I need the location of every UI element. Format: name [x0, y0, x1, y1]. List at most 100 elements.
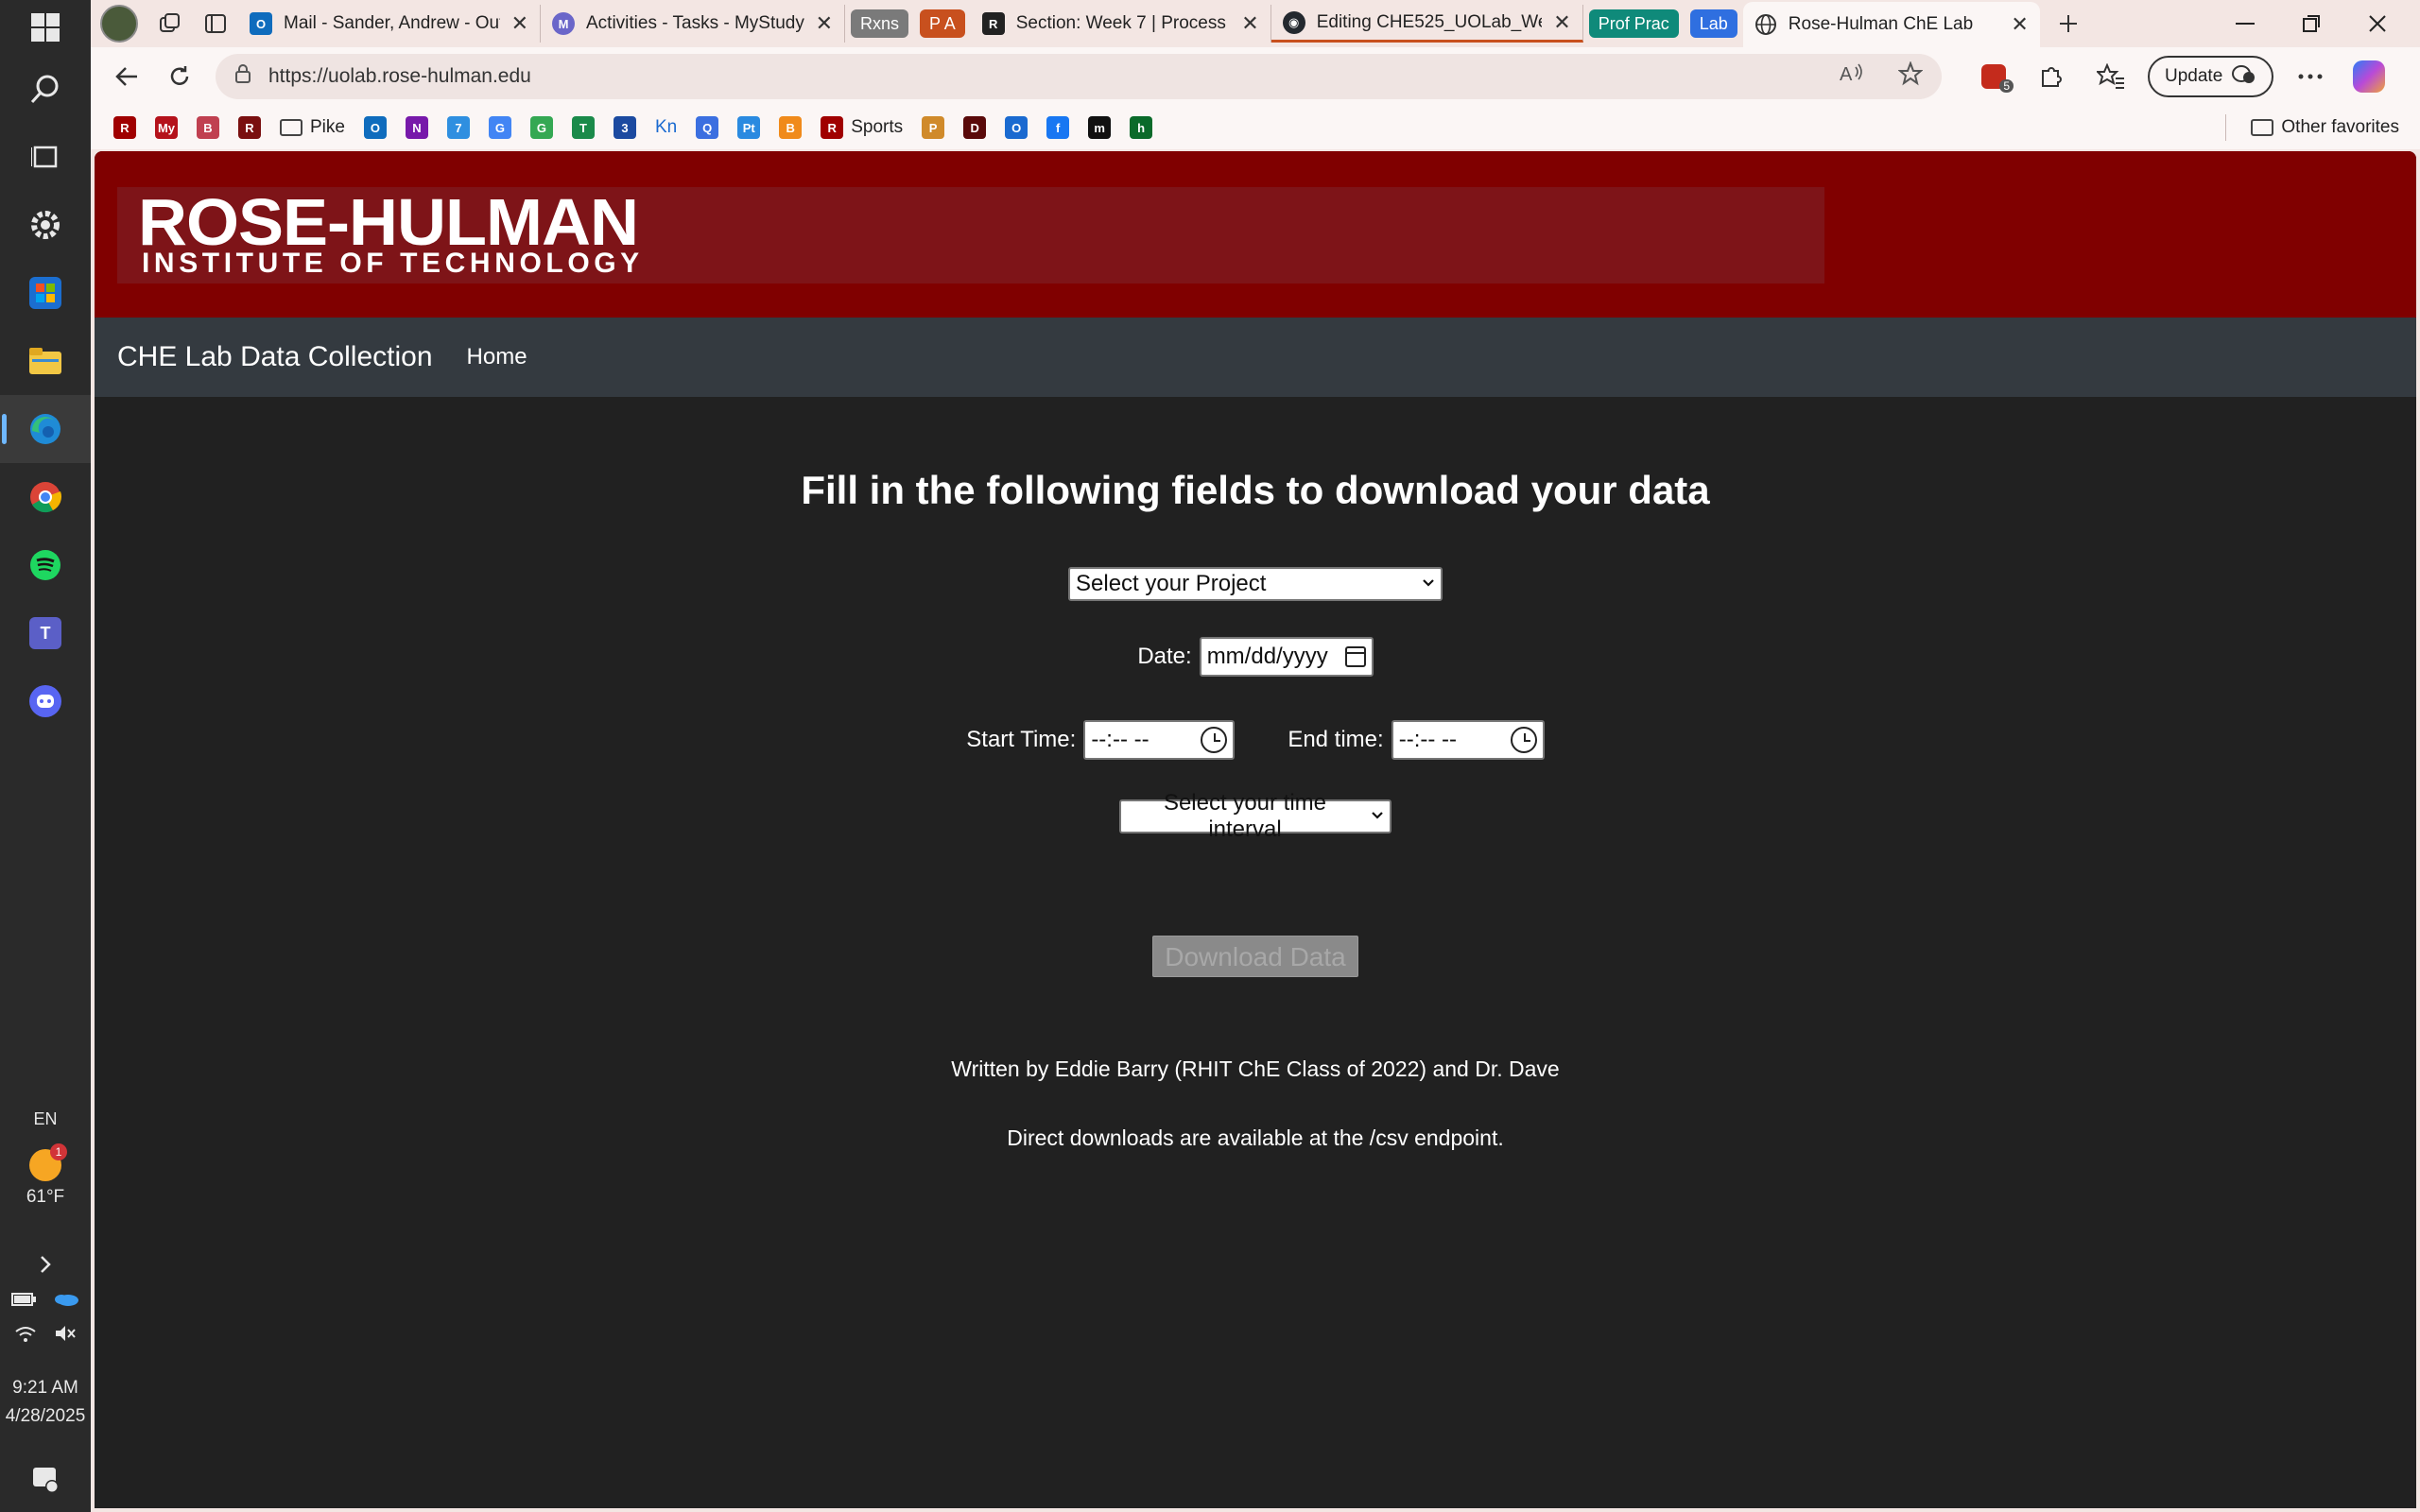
- banner-icon: B: [197, 116, 219, 139]
- close-tab-icon[interactable]: ✕: [816, 11, 833, 36]
- settings-gear-icon[interactable]: [0, 191, 91, 259]
- nav-home-link[interactable]: Home: [467, 344, 527, 370]
- spotify-icon[interactable]: [0, 531, 91, 599]
- web-page: ROSE-HULMAN INSTITUTE OF TECHNOLOGY CHE …: [95, 151, 2416, 1508]
- favorite-item[interactable]: h: [1120, 109, 1162, 146]
- read-aloud-icon[interactable]: A: [1840, 63, 1864, 91]
- chrome-icon[interactable]: [0, 463, 91, 531]
- notification-center-icon[interactable]: [0, 1446, 91, 1512]
- start-time-input[interactable]: --:-- --: [1083, 720, 1236, 760]
- tab-section-week7[interactable]: R Section: Week 7 | Process Analysis ✕: [971, 5, 1271, 43]
- wifi-icon[interactable]: [14, 1324, 37, 1349]
- workspaces-icon[interactable]: [147, 5, 193, 43]
- close-window-icon[interactable]: [2344, 0, 2411, 47]
- rose-hulman-r-icon: R: [113, 116, 136, 139]
- tab-group-pa[interactable]: P A: [920, 9, 965, 38]
- volume-muted-icon[interactable]: [54, 1324, 77, 1349]
- tab-group-prof-prac[interactable]: Prof Prac: [1588, 9, 1679, 38]
- date-input[interactable]: mm/dd/yyyy: [1199, 637, 1374, 677]
- favorite-item[interactable]: R: [229, 109, 270, 146]
- extensions-puzzle-icon[interactable]: [2023, 53, 2082, 100]
- tab-group-rxns[interactable]: Rxns: [851, 9, 909, 38]
- chevron-down-icon: [1422, 576, 1435, 593]
- edge-browser-icon[interactable]: [0, 395, 91, 463]
- new-tab-icon[interactable]: [2040, 5, 2097, 43]
- favorite-item[interactable]: Kn: [646, 109, 686, 146]
- page-title: Fill in the following fields to download…: [801, 468, 1710, 512]
- favorite-item[interactable]: 7: [438, 109, 479, 146]
- navbar-brand[interactable]: CHE Lab Data Collection: [117, 341, 433, 373]
- favorite-item[interactable]: G: [479, 109, 521, 146]
- url-omnibox[interactable]: https://uolab.rose-hulman.edu A: [216, 54, 1942, 99]
- rose-hulman-logo[interactable]: ROSE-HULMAN: [138, 190, 639, 255]
- orange-icon: B: [779, 116, 803, 139]
- more-options-icon[interactable]: [2281, 53, 2340, 100]
- tab-group-lab[interactable]: Lab: [1689, 9, 1737, 38]
- tab-github-editing[interactable]: ◉ Editing CHE525_UOLab_Website ✕: [1270, 5, 1583, 43]
- language-indicator[interactable]: EN: [33, 1108, 57, 1130]
- chevron-right-icon[interactable]: [0, 1246, 91, 1283]
- battery-icon[interactable]: [11, 1290, 36, 1312]
- url-text[interactable]: https://uolab.rose-hulman.edu: [268, 65, 1806, 88]
- close-tab-icon[interactable]: ✕: [1241, 11, 1258, 36]
- h-icon: h: [1130, 116, 1153, 139]
- favorite-item[interactable]: O: [995, 109, 1037, 146]
- close-tab-icon[interactable]: ✕: [2011, 12, 2028, 37]
- end-time-input[interactable]: --:-- --: [1391, 720, 1545, 760]
- copilot-icon[interactable]: [2353, 60, 2386, 93]
- favorite-item[interactable]: B: [187, 109, 229, 146]
- update-button[interactable]: Update: [2148, 56, 2274, 97]
- microsoft-store-icon[interactable]: [0, 259, 91, 327]
- favorite-item[interactable]: 3: [604, 109, 646, 146]
- tab-mail[interactable]: O Mail - Sander, Andrew - Outlook ✕: [238, 5, 541, 43]
- discord-icon[interactable]: [0, 667, 91, 735]
- favorites-collection-icon[interactable]: [2082, 53, 2140, 100]
- close-tab-icon[interactable]: ✕: [511, 11, 528, 36]
- restore-icon[interactable]: [2278, 0, 2344, 47]
- task-view-icon[interactable]: [0, 123, 91, 191]
- minimize-icon[interactable]: [2212, 0, 2278, 47]
- close-tab-icon[interactable]: ✕: [1553, 10, 1570, 35]
- favorite-item[interactable]: T: [562, 109, 604, 146]
- favorite-item[interactable]: Pike: [270, 109, 354, 146]
- favorite-item[interactable]: My: [146, 109, 187, 146]
- favorite-item[interactable]: O: [354, 109, 396, 146]
- favorite-item[interactable]: B: [769, 109, 811, 146]
- project-select[interactable]: Select your Project: [1068, 567, 1443, 601]
- time-interval-select[interactable]: Select your time interval: [1119, 790, 1392, 842]
- outlook-icon: O: [363, 116, 387, 139]
- profile-avatar[interactable]: [100, 5, 138, 43]
- tab-rose-hulman-che-lab[interactable]: Rose-Hulman ChE Lab ✕: [1742, 2, 2040, 47]
- teams-icon[interactable]: T: [0, 599, 91, 667]
- download-data-button[interactable]: Download Data: [1152, 936, 1358, 977]
- other-favorites-folder[interactable]: Other favorites: [2241, 109, 2409, 146]
- refresh-icon[interactable]: [153, 53, 206, 100]
- tab-mystudylife[interactable]: M Activities - Tasks - MyStudyLife ✕: [541, 5, 845, 43]
- favorite-star-icon[interactable]: [1897, 60, 1924, 93]
- shield-icon: 3: [613, 116, 636, 139]
- favorite-item[interactable]: D: [954, 109, 995, 146]
- windows-start-icon[interactable]: [0, 0, 91, 55]
- file-explorer-icon[interactable]: [0, 327, 91, 395]
- weather-temperature: 61°F: [26, 1187, 65, 1207]
- clock-icon[interactable]: [1201, 727, 1228, 753]
- weather-widget[interactable]: 1 61°F: [26, 1143, 67, 1208]
- clock-icon[interactable]: [1510, 727, 1537, 753]
- favorite-item[interactable]: f: [1037, 109, 1079, 146]
- back-arrow-icon[interactable]: [100, 53, 153, 100]
- favorite-item[interactable]: R: [104, 109, 146, 146]
- vertical-tabs-icon[interactable]: [193, 5, 238, 43]
- favorite-item[interactable]: Q: [686, 109, 728, 146]
- search-icon[interactable]: [0, 55, 91, 123]
- favorite-item[interactable]: R Sports: [811, 109, 912, 146]
- lock-icon[interactable]: [234, 63, 251, 90]
- favorite-item[interactable]: m: [1079, 109, 1120, 146]
- calendar-icon[interactable]: [1344, 646, 1366, 667]
- clock[interactable]: 9:21 AM 4/28/2025: [6, 1378, 86, 1427]
- favorite-item[interactable]: G: [521, 109, 562, 146]
- favorite-item[interactable]: P: [912, 109, 954, 146]
- onedrive-icon[interactable]: [53, 1290, 79, 1312]
- favorite-item[interactable]: N: [396, 109, 438, 146]
- favorite-item[interactable]: Pt: [728, 109, 769, 146]
- extension-adblock-icon[interactable]: 5: [1964, 53, 2023, 100]
